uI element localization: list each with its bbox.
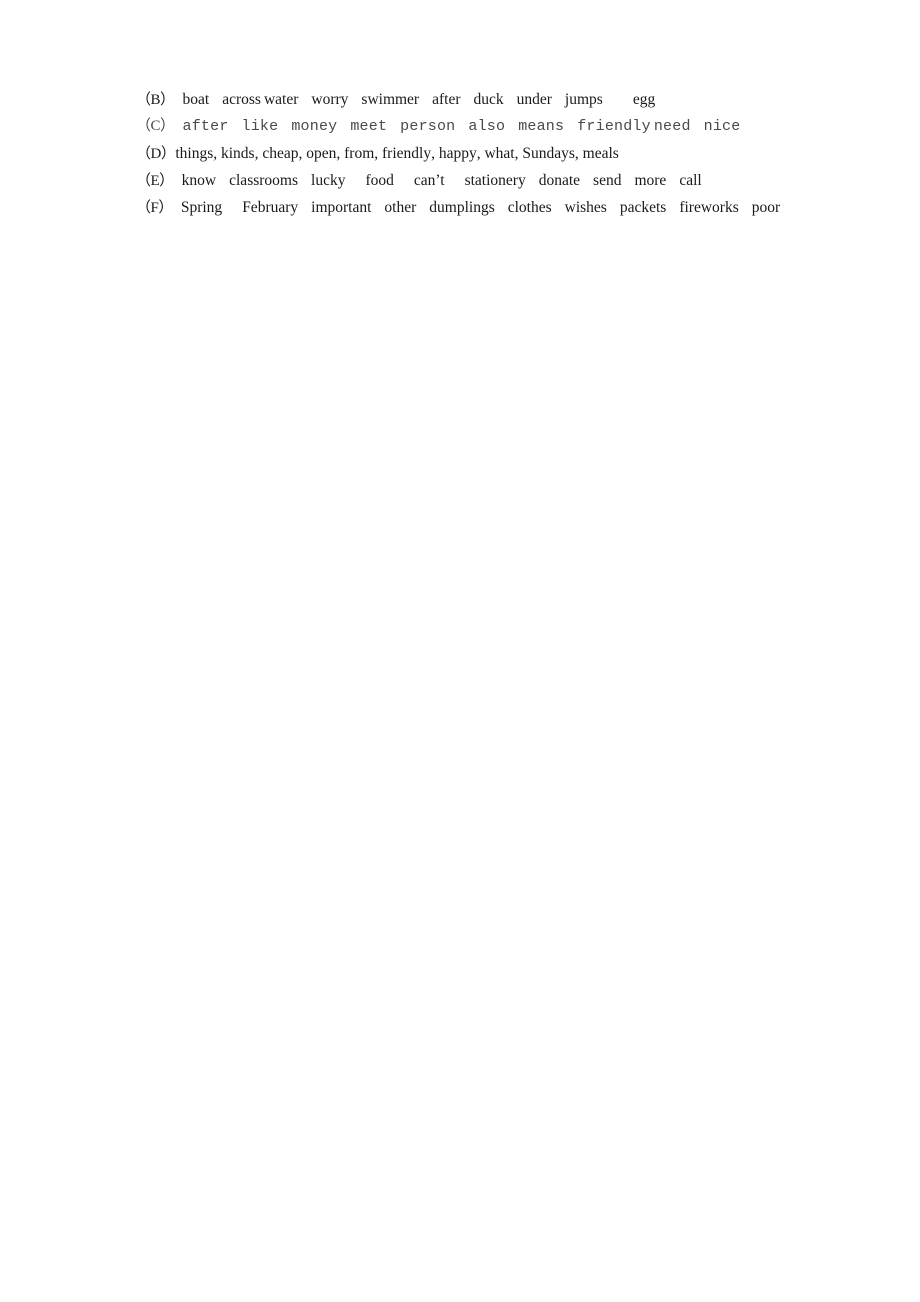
line-label-b: （B） <box>136 92 175 108</box>
word: open <box>298 140 336 167</box>
word: important <box>311 199 372 216</box>
word-group: thingskindscheapopenfromfriendlyhappywha… <box>175 140 618 167</box>
word: under <box>516 91 552 108</box>
word: classrooms <box>229 172 299 189</box>
word: jumps <box>564 91 603 108</box>
line-label-c: （C） <box>136 118 175 134</box>
word: poor <box>751 199 781 216</box>
word: know <box>181 172 217 189</box>
word-line-e: （E） know classrooms lucky food can’t stationer… <box>136 167 896 194</box>
word: call <box>679 172 702 189</box>
word-group: know classrooms lucky food can’t stationery do… <box>174 167 702 194</box>
word: friendly <box>374 140 431 167</box>
word: need <box>653 118 691 135</box>
word: cheap <box>255 140 298 167</box>
word: from <box>336 140 374 167</box>
word: send <box>593 172 622 189</box>
word: money <box>291 118 338 135</box>
word: after <box>182 118 229 135</box>
line-label-d: （D） <box>136 146 176 162</box>
word: Sundays <box>515 140 575 167</box>
word: water <box>263 91 299 108</box>
word: swimmer <box>361 91 420 108</box>
word-line-f: （F） Spring February important other dumplings… <box>136 194 896 221</box>
line-label-f: （F） <box>136 200 173 216</box>
word: what <box>477 140 514 167</box>
word: kinds <box>213 140 255 167</box>
word: donate <box>538 172 581 189</box>
word: means <box>518 118 565 135</box>
word: after <box>432 91 461 108</box>
word: happy <box>431 140 477 167</box>
word: wishes <box>564 199 607 216</box>
word: boat <box>182 91 210 108</box>
word: fireworks <box>679 199 739 216</box>
word-line-d: （D）thingskindscheapopenfromfriendlyhappy… <box>136 140 896 167</box>
word: Spring <box>180 199 223 216</box>
word: packets <box>619 199 667 216</box>
word: duck <box>473 91 504 108</box>
word: across <box>222 91 261 108</box>
document-page: （B） boat across water worry swimmer after duck u… <box>0 0 920 1302</box>
word: things <box>175 145 214 162</box>
word: dumplings <box>429 199 495 216</box>
word: more <box>634 172 667 189</box>
word: lucky <box>311 172 346 189</box>
word-group: Spring February important other dumplings clo… <box>173 194 780 221</box>
word: stationery <box>464 172 526 189</box>
word: person <box>400 118 456 135</box>
word-line-c: （C） after like money meet person also means frie… <box>136 113 896 140</box>
word: food <box>365 172 394 189</box>
word: can’t <box>413 172 445 189</box>
word: worry <box>311 91 349 108</box>
word: other <box>384 199 417 216</box>
word-group: after like money meet person also means friendl… <box>175 113 741 140</box>
word: meals <box>575 140 619 167</box>
word: friendly <box>577 118 651 135</box>
word-group: boat across water worry swimmer after duck unde… <box>175 86 656 113</box>
word: meet <box>350 118 388 135</box>
line-label-e: （E） <box>136 173 174 189</box>
word-line-b: （B） boat across water worry swimmer after duck u… <box>136 86 896 113</box>
word-list: （B） boat across water worry swimmer after duck u… <box>136 86 896 221</box>
word: like <box>241 118 279 135</box>
word: also <box>468 118 506 135</box>
word: clothes <box>507 199 552 216</box>
word: February <box>242 199 299 216</box>
word: egg <box>632 91 656 108</box>
word: nice <box>703 118 741 135</box>
